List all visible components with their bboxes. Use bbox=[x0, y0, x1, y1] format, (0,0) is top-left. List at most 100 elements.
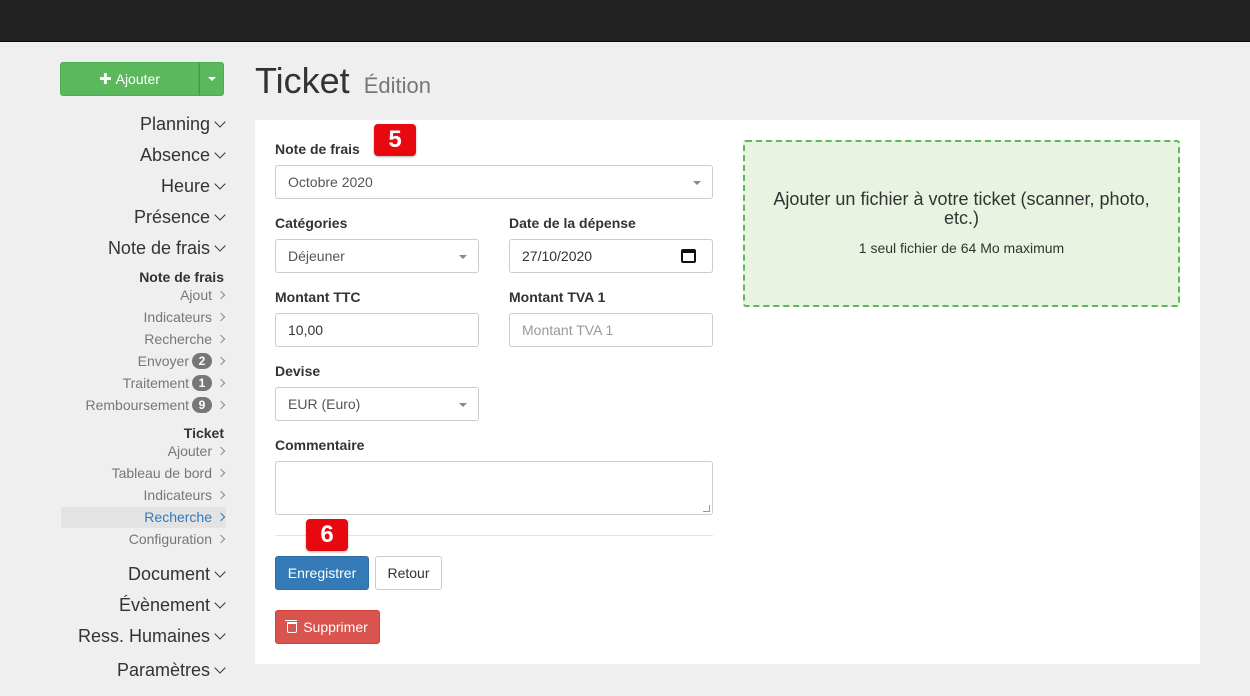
sidebar-section-note-de-frais: Note de frais bbox=[139, 269, 224, 285]
sidebar-item-parametres[interactable]: Paramètres bbox=[117, 660, 226, 681]
sidebar-item-absence[interactable]: Absence bbox=[139, 145, 226, 166]
add-dropdown-toggle[interactable] bbox=[199, 62, 224, 96]
montant-tva-input[interactable]: Montant TVA 1 bbox=[509, 313, 713, 347]
chevron-down-icon bbox=[214, 597, 226, 609]
sidebar-item-label: Note de frais bbox=[107, 238, 210, 258]
step-marker-5: 5 bbox=[374, 124, 416, 156]
sidebar-subitem-label: Recherche bbox=[144, 509, 212, 525]
sidebar-item-evenement[interactable]: Évènement bbox=[118, 595, 226, 616]
sidebar-subitem-tableau-de-bord[interactable]: Tableau de bord bbox=[112, 465, 226, 481]
sidebar-subitem-label: Remboursement bbox=[85, 397, 190, 413]
sidebar-item-ress-humaines[interactable]: Ress. Humaines bbox=[77, 626, 226, 647]
sidebar-subitem-indicateurs-ticket[interactable]: Indicateurs bbox=[143, 487, 226, 503]
chevron-down-icon bbox=[214, 209, 226, 221]
back-button[interactable]: Retour bbox=[375, 556, 442, 590]
montant-ttc-input[interactable]: 10,00 bbox=[275, 313, 479, 347]
chevron-down-icon bbox=[214, 662, 226, 674]
sidebar-item-label: Planning bbox=[139, 114, 210, 134]
note-de-frais-label: Note de frais bbox=[275, 141, 360, 157]
sidebar-item-label: Ress. Humaines bbox=[77, 626, 210, 646]
sidebar-subitem-configuration[interactable]: Configuration bbox=[128, 531, 226, 547]
devise-label: Devise bbox=[275, 363, 321, 379]
sidebar-subitem-indicateurs[interactable]: Indicateurs bbox=[143, 309, 226, 325]
sidebar-subitem-remboursement[interactable]: Remboursement 9 bbox=[85, 397, 226, 413]
save-button[interactable]: Enregistrer bbox=[275, 556, 369, 590]
sidebar-subitem-label: Recherche bbox=[144, 331, 212, 347]
devise-select[interactable]: EUR (Euro) bbox=[275, 387, 479, 421]
sidebar-subitem-ajouter[interactable]: Ajouter bbox=[167, 443, 226, 459]
select-value: Octobre 2020 bbox=[288, 174, 373, 190]
chevron-right-icon bbox=[216, 334, 226, 344]
input-placeholder: Montant TVA 1 bbox=[522, 322, 614, 338]
sidebar-item-document[interactable]: Document bbox=[127, 564, 226, 585]
chevron-right-icon bbox=[216, 512, 226, 522]
resize-handle-icon[interactable] bbox=[703, 505, 710, 512]
caret-down-icon bbox=[459, 255, 467, 259]
date-input[interactable]: 27/10/2020 bbox=[509, 239, 713, 273]
chevron-down-icon bbox=[214, 178, 226, 190]
date-value: 27/10/2020 bbox=[522, 248, 593, 264]
note-de-frais-select[interactable]: Octobre 2020 bbox=[275, 165, 713, 199]
sidebar-item-label: Heure bbox=[160, 176, 210, 196]
date-label: Date de la dépense bbox=[509, 215, 636, 231]
page-subtitle: Édition bbox=[363, 73, 431, 98]
add-button-group: ✚ Ajouter bbox=[60, 62, 224, 96]
chevron-right-icon bbox=[216, 378, 226, 388]
chevron-right-icon bbox=[216, 446, 226, 456]
chevron-right-icon bbox=[216, 290, 226, 300]
select-value: EUR (Euro) bbox=[288, 396, 361, 412]
sidebar-subitem-recherche-ndf[interactable]: Recherche bbox=[144, 331, 226, 347]
sidebar-section-ticket: Ticket bbox=[183, 425, 224, 441]
dropzone-title: Ajouter un fichier à votre ticket (scann… bbox=[773, 189, 1150, 228]
sidebar-subitem-label: Traitement bbox=[122, 375, 189, 391]
count-badge: 1 bbox=[192, 375, 212, 391]
caret-down-icon bbox=[693, 181, 701, 185]
sidebar-item-note-de-frais[interactable]: Note de frais bbox=[107, 238, 226, 259]
delete-button-label: Supprimer bbox=[303, 619, 368, 635]
commentaire-label: Commentaire bbox=[275, 437, 365, 453]
delete-button[interactable]: Supprimer bbox=[275, 610, 380, 644]
chevron-right-icon bbox=[216, 468, 226, 478]
sidebar-subitem-ajout[interactable]: Ajout bbox=[180, 287, 226, 303]
sidebar-subitem-label: Ajout bbox=[180, 287, 212, 303]
select-value: Déjeuner bbox=[288, 248, 345, 264]
sidebar-subitem-recherche-ticket[interactable]: Recherche bbox=[144, 509, 226, 525]
input-value: 10,00 bbox=[288, 322, 324, 338]
sidebar-subitem-envoyer[interactable]: Envoyer 2 bbox=[138, 353, 226, 369]
sidebar-item-label: Document bbox=[127, 564, 210, 584]
chevron-down-icon bbox=[214, 147, 226, 159]
chevron-right-icon bbox=[216, 490, 226, 500]
chevron-down-icon bbox=[214, 240, 226, 252]
sidebar-item-label: Absence bbox=[139, 145, 210, 165]
categories-select[interactable]: Déjeuner bbox=[275, 239, 479, 273]
sidebar-subitem-label: Indicateurs bbox=[143, 487, 212, 503]
sidebar-subitem-label: Ajouter bbox=[167, 443, 212, 459]
sidebar-subitem-label: Indicateurs bbox=[143, 309, 212, 325]
step-marker-6: 6 bbox=[306, 519, 348, 551]
add-button-label: Ajouter bbox=[115, 71, 160, 87]
sidebar-item-label: Présence bbox=[133, 207, 210, 227]
chevron-right-icon bbox=[216, 356, 226, 366]
sidebar-subitem-traitement[interactable]: Traitement 1 bbox=[122, 375, 226, 391]
sidebar-item-planning[interactable]: Planning bbox=[139, 114, 226, 135]
page-title-text: Ticket bbox=[255, 60, 350, 101]
page-title: Ticket Édition bbox=[255, 60, 431, 102]
chevron-down-icon bbox=[214, 628, 226, 640]
sidebar-item-presence[interactable]: Présence bbox=[133, 207, 226, 228]
chevron-down-icon bbox=[214, 566, 226, 578]
sidebar-subitem-label: Configuration bbox=[128, 531, 212, 547]
trash-icon bbox=[285, 619, 298, 633]
plus-icon: ✚ bbox=[99, 71, 112, 88]
add-button[interactable]: ✚ Ajouter bbox=[60, 62, 199, 96]
caret-down-icon bbox=[459, 403, 467, 407]
calendar-icon[interactable] bbox=[681, 249, 696, 263]
montant-ttc-label: Montant TTC bbox=[275, 289, 361, 305]
chevron-down-icon bbox=[214, 116, 226, 128]
sidebar-item-label: Évènement bbox=[118, 595, 210, 615]
file-dropzone[interactable]: Ajouter un fichier à votre ticket (scann… bbox=[743, 140, 1180, 307]
count-badge: 2 bbox=[192, 353, 212, 369]
chevron-right-icon bbox=[216, 312, 226, 322]
sidebar-item-heure[interactable]: Heure bbox=[160, 176, 226, 197]
commentaire-textarea[interactable] bbox=[275, 461, 713, 515]
count-badge: 9 bbox=[192, 397, 212, 413]
